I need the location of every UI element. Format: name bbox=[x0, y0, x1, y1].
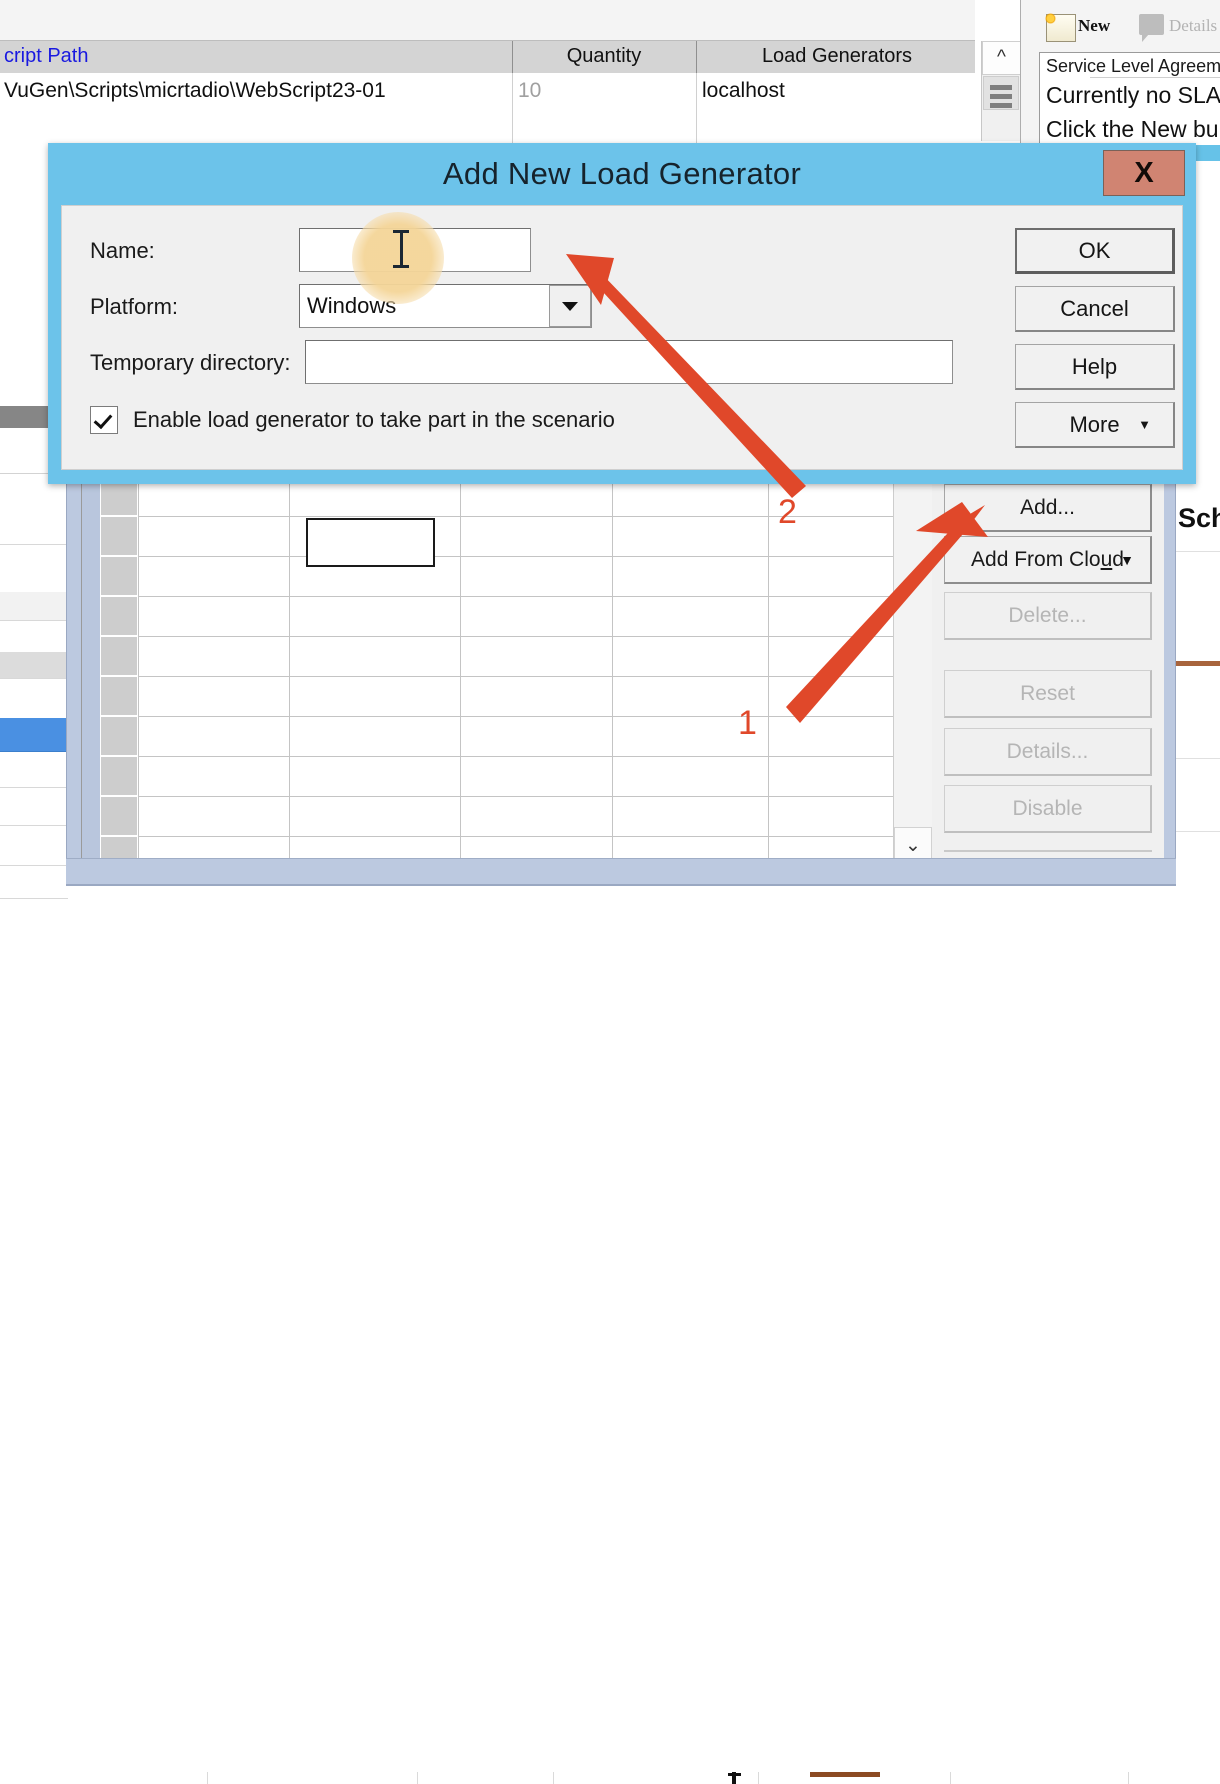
table-header-row: cript Path Quantity Load Generators bbox=[0, 41, 975, 74]
cell-quantity: 10 bbox=[518, 79, 542, 102]
cell-script-path: VuGen\Scripts\micrtadio\WebScript23-01 bbox=[4, 79, 386, 102]
sla-box-header: Service Level Agreeme bbox=[1046, 56, 1220, 76]
cell-divider bbox=[512, 73, 513, 110]
chevron-down-icon: ▼ bbox=[1138, 417, 1151, 432]
grid-row-header[interactable] bbox=[100, 716, 138, 756]
platform-combobox[interactable]: Windows bbox=[299, 284, 592, 328]
disable-button: Disable bbox=[944, 785, 1152, 833]
column-header-quantity[interactable]: Quantity bbox=[514, 41, 694, 73]
schedule-label: Sch bbox=[1178, 503, 1220, 533]
help-button-label: Help bbox=[1071, 353, 1118, 379]
more-button-label: More bbox=[1069, 411, 1120, 437]
grid-row-header[interactable] bbox=[100, 596, 138, 636]
ok-button-label: OK bbox=[1078, 237, 1111, 263]
scenario-groups-content: ⌄ Add... Add From Cloud ▼ Delete... Rese… bbox=[81, 479, 1164, 864]
selected-grid-cell[interactable] bbox=[306, 518, 435, 567]
text-cursor-icon bbox=[728, 1772, 744, 1784]
enable-load-generator-label: Enable load generator to take part in th… bbox=[133, 407, 615, 432]
sla-toolbar: New Details bbox=[1021, 8, 1220, 44]
temp-directory-field-row: Temporary directory: bbox=[62, 340, 1062, 384]
grid-row-header[interactable] bbox=[100, 556, 138, 596]
toolbar-strip bbox=[0, 0, 975, 41]
scenario-groups-window: ⌄ Add... Add From Cloud ▼ Delete... Rese… bbox=[66, 473, 1176, 885]
comment-details-icon bbox=[1139, 14, 1164, 42]
delete-button-label: Delete... bbox=[1008, 603, 1087, 627]
new-document-icon bbox=[1044, 12, 1076, 42]
add-from-cloud-label: Add From Cloud bbox=[971, 547, 1124, 571]
sla-message-line-1: Currently no SLA bbox=[1046, 82, 1220, 108]
cell-divider bbox=[696, 73, 697, 110]
table-vertical-scrollbar[interactable]: ^ bbox=[981, 41, 1021, 141]
header-divider bbox=[696, 41, 697, 73]
button-divider bbox=[944, 850, 1152, 852]
temp-directory-label: Temporary directory: bbox=[90, 350, 291, 375]
add-new-load-generator-dialog: Add New Load Generator X Name: Platform:… bbox=[48, 143, 1196, 484]
enable-load-generator-checkbox-row[interactable]: Enable load generator to take part in th… bbox=[90, 406, 615, 434]
scrollbar-thumb[interactable] bbox=[983, 76, 1019, 110]
name-field-row: Name: bbox=[62, 228, 1062, 272]
thumb-grip bbox=[990, 85, 1012, 90]
grid-row-header[interactable] bbox=[100, 796, 138, 836]
grid-row-header[interactable] bbox=[100, 636, 138, 676]
grid-row-header[interactable] bbox=[100, 756, 138, 796]
chevron-down-icon: ▼ bbox=[1120, 551, 1134, 568]
ibeam-cursor-icon bbox=[393, 230, 409, 268]
platform-label: Platform: bbox=[90, 294, 179, 319]
enable-load-generator-checkbox[interactable] bbox=[90, 406, 118, 434]
grid-row-header[interactable] bbox=[100, 516, 138, 556]
scripts-table: cript Path Quantity Load Generators VuGe… bbox=[0, 41, 975, 149]
group-action-buttons: Add... Add From Cloud ▼ Delete... Reset … bbox=[932, 480, 1164, 863]
annotation-number-1: 1 bbox=[738, 704, 757, 742]
scroll-up-button[interactable]: ^ bbox=[982, 41, 1021, 75]
disable-button-label: Disable bbox=[1012, 796, 1083, 820]
chevron-down-icon[interactable] bbox=[549, 285, 591, 327]
cancel-button-label: Cancel bbox=[1060, 295, 1129, 321]
sla-message-line-2: Click the New bu bbox=[1046, 116, 1219, 142]
scenario-grid[interactable] bbox=[82, 480, 893, 863]
sla-new-button[interactable]: New bbox=[1078, 16, 1110, 36]
sla-details-button: Details bbox=[1169, 16, 1218, 35]
temp-directory-input[interactable] bbox=[305, 340, 953, 384]
cell-load-generators: localhost bbox=[702, 79, 785, 102]
reset-button: Reset bbox=[944, 670, 1152, 718]
add-button-label: Add... bbox=[1020, 495, 1075, 519]
grid-left-band bbox=[82, 480, 100, 863]
thumb-grip bbox=[990, 94, 1012, 99]
selected-list-row[interactable] bbox=[0, 718, 68, 752]
details-button-label: Details... bbox=[1006, 739, 1089, 763]
sla-panel: New Details Service Level Agreeme Curren… bbox=[1020, 0, 1220, 162]
column-header-script-path[interactable]: cript Path bbox=[4, 41, 510, 73]
thumb-grip bbox=[990, 103, 1012, 108]
dialog-body: Name: Platform: Windows Temporary direct… bbox=[61, 205, 1183, 470]
window-bottom-strip bbox=[66, 858, 1176, 886]
left-pane-rows-bottom bbox=[0, 500, 68, 899]
reset-button-label: Reset bbox=[1020, 681, 1075, 705]
cancel-button[interactable]: Cancel bbox=[1015, 286, 1175, 332]
close-icon[interactable]: X bbox=[1103, 150, 1185, 196]
add-from-cloud-button[interactable]: Add From Cloud ▼ bbox=[944, 536, 1152, 584]
column-header-load-generators[interactable]: Load Generators bbox=[698, 41, 976, 73]
dialog-title: Add New Load Generator bbox=[442, 156, 802, 191]
grid-vertical-scrollbar[interactable]: ⌄ bbox=[893, 480, 933, 863]
ok-button[interactable]: OK bbox=[1015, 228, 1175, 274]
platform-field-row: Platform: Windows bbox=[62, 284, 1062, 328]
under-window-area bbox=[0, 886, 1220, 1784]
schedule-panel: Sch bbox=[1176, 473, 1220, 898]
under-brown-bar bbox=[810, 1772, 880, 1777]
header-divider bbox=[512, 41, 513, 73]
annotation-number-2: 2 bbox=[778, 493, 797, 531]
name-label: Name: bbox=[90, 238, 155, 263]
more-button[interactable]: More ▼ bbox=[1015, 402, 1175, 448]
add-button[interactable]: Add... bbox=[944, 484, 1152, 532]
grid-row-header[interactable] bbox=[100, 676, 138, 716]
help-button[interactable]: Help bbox=[1015, 344, 1175, 390]
details-button: Details... bbox=[944, 728, 1152, 776]
grid-row-header[interactable] bbox=[100, 480, 138, 516]
table-row[interactable]: VuGen\Scripts\micrtadio\WebScript23-01 1… bbox=[0, 73, 975, 111]
delete-button: Delete... bbox=[944, 592, 1152, 640]
brown-bar bbox=[1176, 661, 1220, 666]
